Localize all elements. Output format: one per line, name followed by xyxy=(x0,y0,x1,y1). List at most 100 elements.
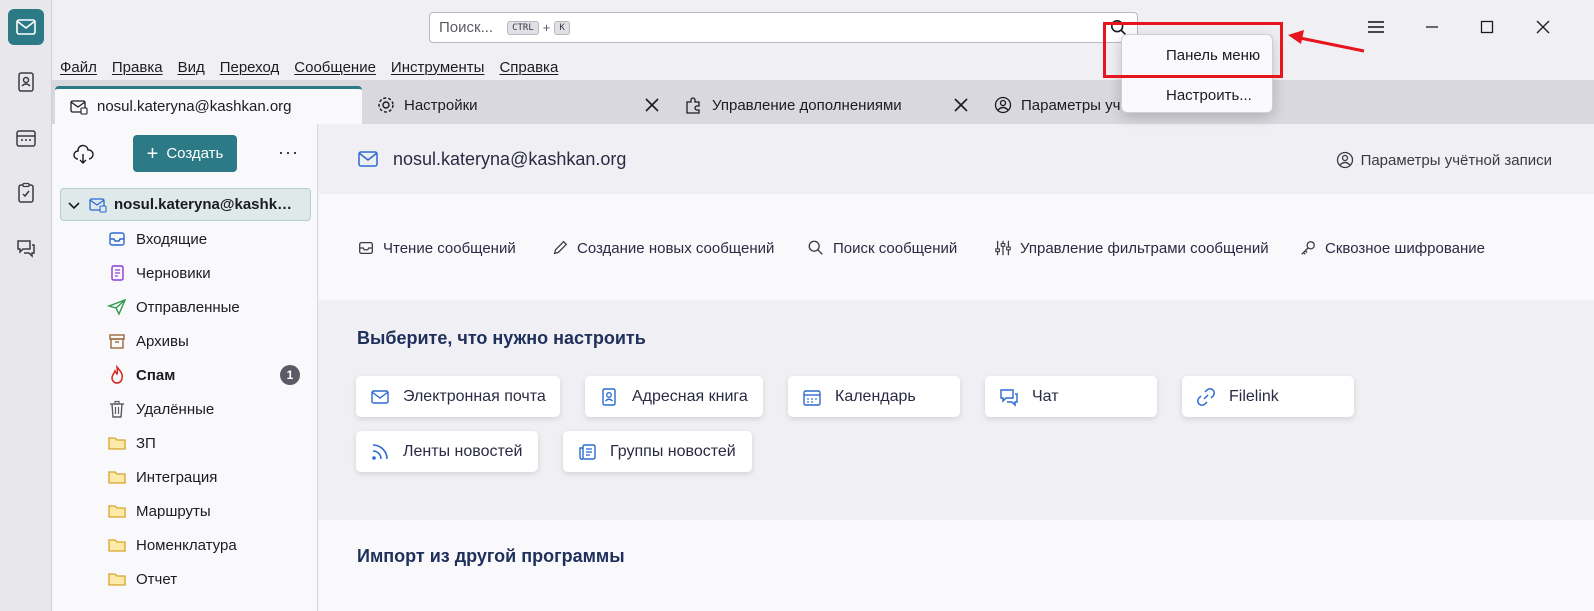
folder-inbox[interactable]: Входящие xyxy=(107,222,307,256)
account-header: nosul.kateryna@kashkan.org Параметры учё… xyxy=(319,124,1594,194)
chevron-down-icon[interactable] xyxy=(67,198,81,212)
tasks-space-button[interactable] xyxy=(8,175,44,211)
folder-trash[interactable]: Удалённые xyxy=(107,392,307,426)
menu-item-customize[interactable]: Настроить... xyxy=(1166,87,1252,104)
import-section-title: Импорт из другой программы xyxy=(357,546,625,566)
chat-icon xyxy=(17,240,35,258)
inbox-icon xyxy=(107,229,127,249)
close-window-button[interactable] xyxy=(1530,14,1556,40)
menu-tools[interactable]: Инструменты xyxy=(391,59,485,76)
search-input[interactable]: Поиск... CTRL + K xyxy=(429,12,1138,43)
action-e2e-encryption[interactable]: Сквозное шифрование xyxy=(1299,239,1485,257)
folder-spam[interactable]: Спам xyxy=(107,358,307,392)
drafts-icon xyxy=(107,263,127,283)
get-messages-icon[interactable] xyxy=(72,144,94,166)
action-label: Чтение сообщений xyxy=(383,239,516,257)
folder-integration[interactable]: Интеграция xyxy=(107,460,307,494)
search-placeholder: Поиск... xyxy=(439,19,494,36)
menu-file[interactable]: Файл xyxy=(60,59,97,76)
tab-account[interactable]: nosul.kateryna@kashkan.org xyxy=(55,86,362,124)
account-title: nosul.kateryna@kashkan.org xyxy=(357,148,626,170)
minimize-icon xyxy=(1426,26,1438,28)
card-label: Ленты новостей xyxy=(403,442,523,460)
calendar-icon xyxy=(802,387,822,407)
new-message-button[interactable]: + Создать xyxy=(133,135,237,172)
tab-addons[interactable]: Управление дополнениями xyxy=(684,86,902,124)
folder-label: Маршруты xyxy=(136,502,211,520)
setup-card-newsgroups[interactable]: Группы новостей xyxy=(563,431,752,472)
rss-icon xyxy=(370,442,390,462)
setup-card-feeds[interactable]: Ленты новостей xyxy=(356,431,538,472)
folder-sent[interactable]: Отправленные xyxy=(107,290,307,324)
address-book-space-button[interactable] xyxy=(8,64,44,100)
chat-space-button[interactable] xyxy=(8,230,44,266)
folder-zp[interactable]: ЗП xyxy=(107,426,307,460)
spam-icon xyxy=(107,365,127,385)
setup-card-filelink[interactable]: Filelink xyxy=(1182,376,1354,417)
account-settings-label: Параметры учётной записи xyxy=(1360,151,1552,169)
action-compose[interactable]: Создание новых сообщений xyxy=(551,239,774,257)
folder-drafts[interactable]: Черновики xyxy=(107,256,307,290)
setup-card-address-book[interactable]: Адресная книга xyxy=(585,376,763,417)
account-mail-icon xyxy=(89,197,107,213)
close-tab-addons-icon[interactable] xyxy=(954,98,968,112)
folder-icon xyxy=(107,467,127,487)
tab-label: Параметры учё xyxy=(1021,96,1129,114)
folder-label: Спам xyxy=(136,366,176,384)
newsgroups-icon xyxy=(577,442,597,462)
account-settings-link[interactable]: Параметры учётной записи xyxy=(1335,150,1552,170)
import-section: Импорт из другой программы xyxy=(319,520,1594,611)
folder-icon xyxy=(107,433,127,453)
menu-go[interactable]: Переход xyxy=(220,59,280,76)
account-settings-icon xyxy=(1336,151,1353,169)
menu-view[interactable]: Вид xyxy=(178,59,205,76)
setup-card-chat[interactable]: Чат xyxy=(985,376,1157,417)
folder-pane-more-button[interactable]: ··· xyxy=(278,142,299,163)
pencil-icon xyxy=(551,239,569,257)
inbox-icon xyxy=(357,239,375,257)
action-label: Управление фильтрами сообщений xyxy=(1020,239,1269,257)
account-settings-icon xyxy=(993,95,1013,115)
maximize-button[interactable] xyxy=(1474,14,1500,40)
folder-nomenclature[interactable]: Номенклатура xyxy=(107,528,307,562)
filter-sliders-icon xyxy=(994,239,1012,257)
shortcut-key-k: K xyxy=(554,20,570,35)
folder-report[interactable]: Отчет xyxy=(107,562,307,596)
sent-icon xyxy=(107,297,127,317)
account-row[interactable]: nosul.kateryna@kashkan.org xyxy=(60,188,311,221)
card-label: Электронная почта xyxy=(403,387,546,405)
menu-help[interactable]: Справка xyxy=(499,59,558,76)
action-filters[interactable]: Управление фильтрами сообщений xyxy=(994,239,1269,257)
menu-message[interactable]: Сообщение xyxy=(294,59,376,76)
tab-account-settings[interactable]: Параметры учё xyxy=(993,86,1129,124)
account-name: nosul.kateryna@kashkan.org xyxy=(114,196,294,213)
folder-icon xyxy=(107,569,127,589)
new-message-label: Создать xyxy=(166,145,224,162)
setup-card-calendar[interactable]: Календарь xyxy=(788,376,960,417)
folder-label: Отправленные xyxy=(136,298,240,316)
tab-settings[interactable]: Настройки xyxy=(376,86,478,124)
action-search[interactable]: Поиск сообщений xyxy=(807,239,957,257)
calendar-space-button[interactable] xyxy=(8,120,44,156)
close-icon xyxy=(1536,20,1550,34)
mail-space-button[interactable] xyxy=(8,9,44,45)
shortcut-key-ctrl: CTRL xyxy=(507,20,539,35)
tab-label: Управление дополнениями xyxy=(712,96,902,114)
search-icon xyxy=(807,239,825,257)
tasks-icon xyxy=(18,182,34,203)
folder-archives[interactable]: Архивы xyxy=(107,324,307,358)
annotation-highlight-box xyxy=(1103,22,1283,78)
folder-routes[interactable]: Маршруты xyxy=(107,494,307,528)
mail-icon xyxy=(358,151,378,167)
card-label: Filelink xyxy=(1229,387,1279,405)
close-tab-settings-icon[interactable] xyxy=(645,98,659,112)
mail-icon xyxy=(16,19,36,35)
action-read-messages[interactable]: Чтение сообщений xyxy=(357,239,516,257)
setup-card-email[interactable]: Электронная почта xyxy=(356,376,560,417)
menu-edit[interactable]: Правка xyxy=(112,59,163,76)
minimize-button[interactable] xyxy=(1419,14,1445,40)
folder-label: Архивы xyxy=(136,332,189,350)
tab-label: nosul.kateryna@kashkan.org xyxy=(97,98,292,115)
folder-icon xyxy=(107,501,127,521)
puzzle-icon xyxy=(684,95,704,115)
